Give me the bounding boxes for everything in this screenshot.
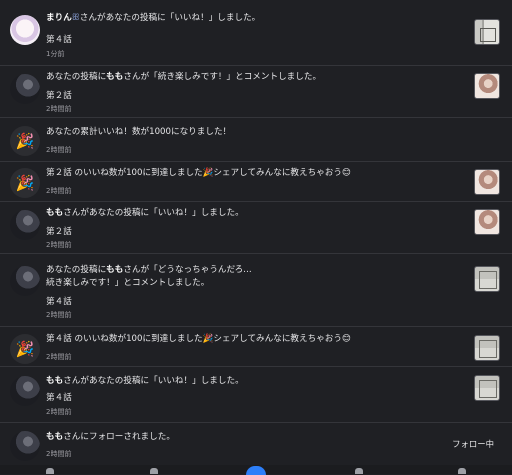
party-icon: 🎉 — [10, 334, 40, 364]
notification-item[interactable]: ももさんがあなたの投稿に「いいね！」しました。 第４話 2時間前 — [0, 367, 512, 423]
notification-item[interactable]: あなたの投稿にももさんが「続き楽しみです！」とコメントしました。 第２話 2時間… — [0, 66, 512, 118]
party-icon: 🎉 — [10, 126, 40, 156]
nav-profile-icon[interactable] — [458, 468, 466, 474]
notification-text: 第２話 のいいね数が100に到達しました🎉シェアしてみんなに教えちゃおう😊 — [46, 168, 351, 178]
actor-name[interactable]: もも — [46, 376, 63, 386]
post-thumbnail[interactable] — [474, 209, 500, 235]
notification-item[interactable]: 🎉 第４話 のいいね数が100に到達しました🎉シェアしてみんなに教えちゃおう😊 … — [0, 327, 512, 367]
timestamp: 2時間前 — [46, 241, 72, 249]
timestamp: 2時間前 — [46, 408, 72, 416]
timestamp: 2時間前 — [46, 450, 72, 458]
actor-name[interactable]: もも — [106, 265, 123, 275]
notification-text: ももさんがあなたの投稿に「いいね！」しました。 — [46, 208, 244, 218]
notification-text: ももさんがあなたの投稿に「いいね！」しました。 — [46, 376, 244, 386]
notification-text: まりんꕥさんがあなたの投稿に「いいね！」しました。 — [46, 13, 261, 23]
avatar[interactable] — [10, 74, 40, 104]
notification-item[interactable]: ももさんがあなたの投稿に「いいね！」しました。 第２話 2時間前 — [0, 202, 512, 254]
nav-search-icon[interactable] — [150, 468, 158, 474]
notification-text: あなたの投稿にももさんが「続き楽しみです！」とコメントしました。 — [46, 72, 322, 82]
notification-text: ももさんにフォローされました。 — [46, 432, 175, 442]
actor-name[interactable]: もも — [46, 432, 63, 442]
post-thumbnail[interactable] — [474, 169, 500, 195]
timestamp: 1分前 — [46, 50, 65, 58]
avatar[interactable] — [10, 376, 40, 406]
notification-item[interactable]: 🎉 あなたの累計いいね！数が1000になりました！ 2時間前 — [0, 118, 512, 162]
timestamp: 2時間前 — [46, 353, 72, 361]
episode-label: 第４話 — [46, 393, 72, 403]
episode-label: 第４話 — [46, 297, 72, 307]
avatar[interactable] — [10, 431, 40, 461]
nav-home-icon[interactable] — [46, 468, 54, 474]
notification-item[interactable]: 🎉 第２話 のいいね数が100に到達しました🎉シェアしてみんなに教えちゃおう😊 … — [0, 162, 512, 202]
episode-label: 第２話 — [46, 227, 72, 237]
actor-name[interactable]: まりん — [46, 13, 72, 23]
notification-item[interactable]: まりんꕥさんがあなたの投稿に「いいね！」しました。 第４話 1分前 — [0, 0, 512, 66]
timestamp: 2時間前 — [46, 311, 72, 319]
party-icon: 🎉 — [10, 168, 40, 198]
post-thumbnail[interactable] — [474, 73, 500, 99]
avatar[interactable] — [10, 15, 40, 45]
actor-name[interactable]: もも — [106, 72, 123, 82]
notification-text: 第４話 のいいね数が100に到達しました🎉シェアしてみんなに教えちゃおう😊 — [46, 334, 351, 344]
episode-label: 第４話 — [46, 35, 72, 45]
timestamp: 2時間前 — [46, 105, 72, 113]
post-thumbnail[interactable] — [474, 19, 500, 45]
actor-name[interactable]: もも — [46, 208, 63, 218]
sparkle-icon: ꕥ — [71, 13, 80, 23]
notification-item[interactable]: ももさんにフォローされました。 2時間前 フォロー中 — [0, 423, 512, 465]
avatar[interactable] — [10, 266, 40, 296]
timestamp: 2時間前 — [46, 187, 72, 195]
post-thumbnail[interactable] — [474, 375, 500, 401]
notification-item[interactable]: あなたの投稿にももさんが「どうなっちゃうんだろ… 続き楽しみです！」とコメントし… — [0, 254, 512, 327]
notification-text-line2: 続き楽しみです！」とコメントしました。 — [46, 278, 210, 288]
post-thumbnail[interactable] — [474, 335, 500, 361]
post-thumbnail[interactable] — [474, 266, 500, 292]
timestamp: 2時間前 — [46, 146, 72, 154]
notification-text: あなたの累計いいね！数が1000になりました！ — [46, 127, 232, 137]
bottom-navigation — [0, 465, 512, 475]
nav-notification-icon[interactable] — [355, 468, 363, 474]
episode-label: 第２話 — [46, 91, 72, 101]
following-button[interactable]: フォロー中 — [452, 438, 494, 450]
avatar[interactable] — [10, 210, 40, 240]
